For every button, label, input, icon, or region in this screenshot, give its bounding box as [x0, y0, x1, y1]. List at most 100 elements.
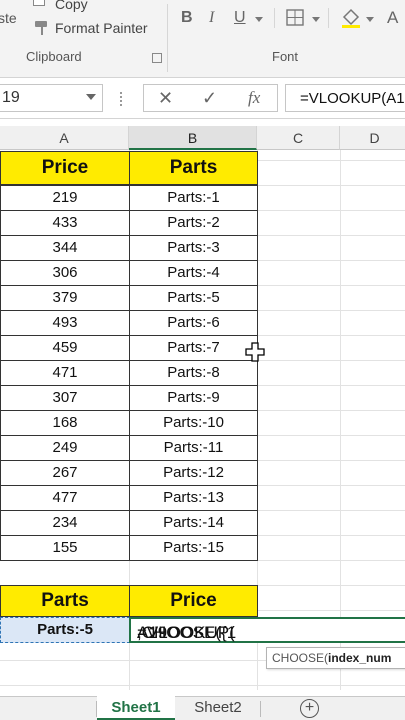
underline-button[interactable]: U [234, 9, 246, 27]
fill-color-icon[interactable] [340, 7, 362, 29]
table-row: 459 Parts:-7 [0, 335, 258, 361]
parts-cell[interactable]: Parts:-9 [129, 385, 258, 411]
parts-cell[interactable]: Parts:-3 [129, 235, 258, 261]
font-group-label: Font [272, 49, 299, 64]
price-cell[interactable]: 477 [0, 485, 130, 511]
clipboard-dialog-launcher[interactable] [152, 53, 162, 63]
insert-function-button[interactable]: fx [248, 88, 260, 108]
lookup-input-cell[interactable]: Parts:-5 [0, 617, 130, 643]
parts-value: Parts:-7 [167, 339, 220, 356]
price-value: 379 [52, 289, 78, 306]
column-header-d[interactable]: D [340, 126, 405, 150]
italic-button[interactable]: I [209, 9, 214, 27]
parts-cell[interactable]: Parts:-4 [129, 260, 258, 286]
price-cell[interactable]: 471 [0, 360, 130, 386]
lookup-header-price[interactable]: Price [129, 585, 258, 617]
price-value: 168 [52, 414, 78, 431]
parts-cell[interactable]: Parts:-6 [129, 310, 258, 336]
parts-cell[interactable]: Parts:-5 [129, 285, 258, 311]
lookup-input-value: Parts:-5 [37, 621, 93, 638]
chevron-down-icon[interactable] [86, 94, 96, 100]
parts-value: Parts:-2 [167, 214, 220, 231]
parts-cell[interactable]: Parts:-15 [129, 535, 258, 561]
price-cell[interactable]: 249 [0, 435, 130, 461]
price-value: 307 [52, 389, 78, 406]
parts-value: Parts:-10 [163, 414, 224, 431]
paste-button-label[interactable]: ste [0, 10, 17, 26]
parts-cell[interactable]: Parts:-7 [129, 335, 258, 361]
parts-value: Parts:-8 [167, 364, 220, 381]
price-cell[interactable]: 344 [0, 235, 130, 261]
function-tooltip[interactable]: CHOOSE(index_num [266, 647, 405, 669]
formula-input[interactable]: =VLOOKUP(A19,CHOOSE({1 [285, 84, 405, 112]
copy-icon [33, 0, 45, 6]
price-value: 306 [52, 264, 78, 281]
table-row: 477 Parts:-13 [0, 485, 258, 511]
name-box-value: 19 [2, 89, 20, 106]
tooltip-argument: index_num [328, 651, 392, 665]
chevron-down-icon[interactable] [312, 17, 320, 22]
parts-cell[interactable]: Parts:-10 [129, 410, 258, 436]
tooltip-function-name: CHOOSE( [272, 651, 329, 665]
cancel-icon[interactable]: ✕ [158, 88, 173, 109]
format-painter-button[interactable]: Format Painter [55, 20, 148, 36]
parts-cell[interactable]: Parts:-1 [129, 185, 258, 211]
formula-edit-cell[interactable]: =VLOOKUP(A19 ,CHOOSE({1 [129, 617, 405, 643]
table-row: 433 Parts:-2 [0, 210, 258, 236]
format-painter-icon [35, 21, 47, 35]
price-cell[interactable]: 307 [0, 385, 130, 411]
formula-bar-resize-handle[interactable] [120, 92, 123, 106]
price-cell[interactable]: 267 [0, 460, 130, 486]
price-cell[interactable]: 493 [0, 310, 130, 336]
price-value: 493 [52, 314, 78, 331]
column-header-c[interactable]: C [257, 126, 340, 150]
parts-value: Parts:-4 [167, 264, 220, 281]
name-box[interactable]: 19 [0, 84, 103, 112]
tab-sheet1[interactable]: Sheet1 [97, 696, 175, 720]
price-cell[interactable]: 234 [0, 510, 130, 536]
parts-cell[interactable]: Parts:-8 [129, 360, 258, 386]
price-cell[interactable]: 433 [0, 210, 130, 236]
column-label: C [292, 130, 304, 146]
add-sheet-button[interactable]: + [300, 699, 319, 718]
lookup-header-parts[interactable]: Parts [0, 585, 130, 617]
table-row: 234 Parts:-14 [0, 510, 258, 536]
borders-icon[interactable] [286, 9, 306, 27]
column-label: A [59, 130, 69, 146]
chevron-down-icon[interactable] [255, 17, 263, 22]
price-cell[interactable]: 379 [0, 285, 130, 311]
parts-cell[interactable]: Parts:-12 [129, 460, 258, 486]
parts-value: Parts:-1 [167, 189, 220, 206]
parts-value: Parts:-5 [167, 289, 220, 306]
price-cell[interactable]: 459 [0, 335, 130, 361]
parts-cell[interactable]: Parts:-14 [129, 510, 258, 536]
bold-button[interactable]: B [181, 9, 193, 27]
price-cell[interactable]: 168 [0, 410, 130, 436]
header-parts[interactable]: Parts [129, 151, 258, 185]
parts-cell[interactable]: Parts:-13 [129, 485, 258, 511]
table-row: 249 Parts:-11 [0, 435, 258, 461]
parts-cell[interactable]: Parts:-11 [129, 435, 258, 461]
parts-cell[interactable]: Parts:-2 [129, 210, 258, 236]
chevron-down-icon[interactable] [366, 17, 374, 22]
copy-button[interactable]: Copy [55, 0, 88, 12]
table-row: 267 Parts:-12 [0, 460, 258, 486]
price-cell[interactable]: 306 [0, 260, 130, 286]
price-value: 219 [52, 189, 78, 206]
table-row: 168 Parts:-10 [0, 410, 258, 436]
table-row: 219 Parts:-1 [0, 185, 258, 211]
parts-value: Parts:-13 [163, 489, 224, 506]
font-color-button[interactable]: A [387, 8, 398, 28]
column-header-b[interactable]: B [129, 126, 257, 150]
clipboard-group-label: Clipboard [26, 49, 82, 64]
header-price[interactable]: Price [0, 151, 130, 185]
enter-icon[interactable]: ✓ [202, 88, 217, 109]
column-header-a[interactable]: A [0, 126, 129, 150]
table-row: 471 Parts:-8 [0, 360, 258, 386]
ribbon: ste Copy Format Painter Clipboard B I U … [0, 0, 405, 78]
formula-suffix: ,CHOOSE({1 [137, 623, 237, 642]
price-value: 477 [52, 489, 78, 506]
price-cell[interactable]: 219 [0, 185, 130, 211]
price-cell[interactable]: 155 [0, 535, 130, 561]
tab-sheet2[interactable]: Sheet2 [178, 696, 258, 720]
